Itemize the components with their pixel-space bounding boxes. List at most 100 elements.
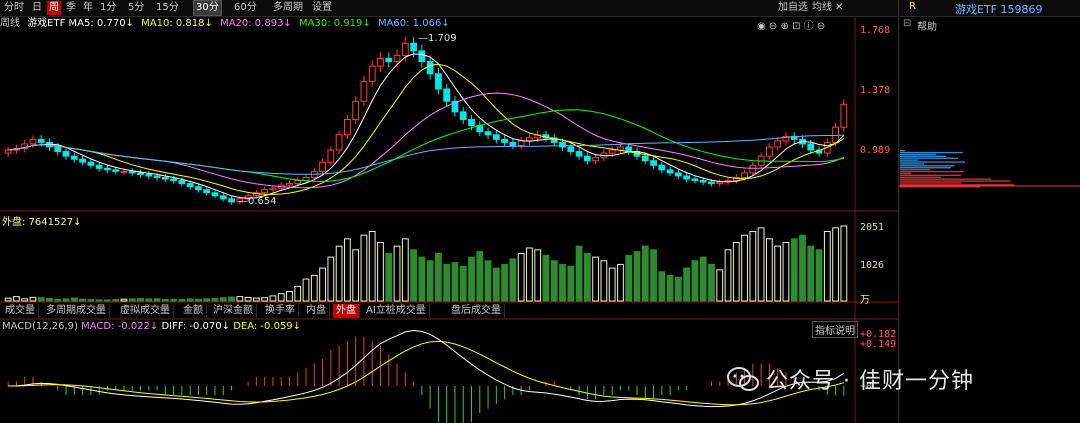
volume-bar bbox=[410, 249, 417, 302]
volume-bar bbox=[451, 262, 459, 302]
volume-bar bbox=[459, 265, 467, 302]
volume-bar bbox=[699, 256, 707, 302]
candle-body bbox=[492, 134, 500, 140]
volume-bar bbox=[708, 263, 715, 302]
candle-body bbox=[699, 180, 707, 183]
volume-tab-9[interactable]: 盘后成交量 bbox=[448, 304, 505, 318]
volume-bar bbox=[137, 297, 144, 302]
volume-bar bbox=[153, 298, 161, 302]
volume-axis-high: 2051 bbox=[860, 222, 885, 233]
volume-tab-2[interactable]: 虚拟成交量 bbox=[117, 304, 174, 318]
volume-bar bbox=[650, 249, 657, 302]
candle-body bbox=[575, 151, 583, 157]
volume-tab-0[interactable]: 成交量 bbox=[2, 304, 39, 318]
volume-bar bbox=[343, 238, 351, 302]
candle-body bbox=[583, 155, 591, 162]
volume-chart bbox=[4, 225, 848, 302]
candle-body bbox=[203, 189, 211, 194]
volume-tab-8[interactable]: AI立桩成交量 bbox=[363, 304, 430, 318]
candle-body bbox=[683, 175, 691, 180]
volume-tab-7[interactable]: 外盘 bbox=[333, 304, 360, 318]
candle-body bbox=[145, 173, 153, 177]
volume-tab-5[interactable]: 换手率 bbox=[262, 304, 299, 318]
volume-bar bbox=[62, 298, 70, 302]
macd-params: MACD(12,26,9) bbox=[2, 321, 78, 332]
candle-body bbox=[567, 146, 575, 153]
candle-body bbox=[840, 103, 848, 128]
chip-bar bbox=[900, 172, 912, 175]
volume-bar bbox=[435, 252, 442, 302]
volume-tab-1[interactable]: 多周期成交量 bbox=[43, 304, 110, 318]
candle-body bbox=[608, 149, 616, 154]
volume-bar bbox=[277, 293, 285, 302]
volume-bar bbox=[716, 269, 724, 302]
chip-bar bbox=[900, 155, 947, 157]
low-annotation-value: 0.654 bbox=[248, 196, 277, 207]
volume-bar bbox=[517, 252, 525, 302]
candle-body bbox=[327, 149, 335, 163]
candle-body bbox=[343, 119, 351, 136]
volume-bar bbox=[724, 249, 732, 302]
candle-body bbox=[765, 146, 773, 157]
volume-bar bbox=[252, 297, 260, 302]
volume-bar bbox=[567, 265, 575, 302]
price-axis-high: 1.768 bbox=[860, 25, 891, 36]
candle-body bbox=[401, 42, 409, 56]
volume-axis-mid: 1026 bbox=[860, 260, 885, 271]
candle-body bbox=[385, 58, 393, 63]
volume-bar bbox=[302, 278, 310, 302]
chip-bar bbox=[900, 178, 992, 180]
chip-bar bbox=[900, 180, 1011, 182]
volume-bar bbox=[782, 241, 790, 302]
volume-bar bbox=[393, 245, 401, 302]
volume-bar bbox=[633, 251, 641, 302]
chip-bar bbox=[900, 169, 931, 171]
volume-bar bbox=[418, 256, 426, 302]
candle-body bbox=[261, 189, 269, 194]
candle-body bbox=[294, 180, 302, 185]
volume-bar bbox=[641, 245, 649, 302]
chip-distribution bbox=[899, 150, 1080, 188]
volume-bar bbox=[352, 249, 360, 302]
candle-body bbox=[468, 119, 475, 127]
chip-bar bbox=[900, 184, 1015, 186]
volume-bar bbox=[37, 297, 45, 302]
volume-bar bbox=[244, 296, 252, 302]
ma20-line bbox=[8, 92, 845, 189]
candle-body bbox=[691, 178, 699, 182]
volume-bar bbox=[625, 254, 633, 302]
chip-bar bbox=[900, 170, 965, 173]
candle-body bbox=[666, 169, 674, 174]
volume-tab-4[interactable]: 沪深金额 bbox=[210, 304, 257, 318]
indicator-help-button[interactable]: 指标说明 bbox=[812, 321, 858, 338]
candle-body bbox=[741, 172, 748, 178]
macd-legend: MACD(12,26,9) MACD: -0.022↓ DIFF: -0.070… bbox=[2, 321, 301, 332]
volume-bar bbox=[128, 298, 136, 302]
volume-bar bbox=[658, 271, 666, 302]
volume-bar bbox=[476, 251, 484, 302]
candle-body bbox=[302, 176, 310, 182]
volume-bar bbox=[236, 296, 244, 302]
volume-tab-6[interactable]: 内盘 bbox=[303, 304, 330, 318]
candle-body bbox=[29, 138, 37, 145]
volume-bar bbox=[29, 296, 37, 302]
candle-body bbox=[186, 183, 194, 188]
volume-bar bbox=[840, 225, 848, 302]
candle-body bbox=[195, 186, 202, 191]
ma60-line bbox=[8, 134, 844, 175]
chip-bar bbox=[900, 161, 965, 163]
candle-body bbox=[62, 151, 70, 157]
candle-body bbox=[443, 88, 451, 102]
candle-body bbox=[87, 161, 95, 166]
volume-tab-3[interactable]: 金额 bbox=[180, 304, 207, 318]
volume-bar bbox=[385, 252, 393, 302]
volume-bar bbox=[691, 260, 699, 302]
volume-bar bbox=[765, 238, 773, 302]
volume-bar bbox=[426, 260, 434, 302]
volume-bar bbox=[732, 241, 740, 302]
candle-body bbox=[377, 58, 384, 67]
candle-body bbox=[319, 161, 326, 172]
macd-chart bbox=[7, 329, 845, 423]
candle-body bbox=[832, 126, 839, 143]
volume-bar bbox=[112, 299, 120, 302]
